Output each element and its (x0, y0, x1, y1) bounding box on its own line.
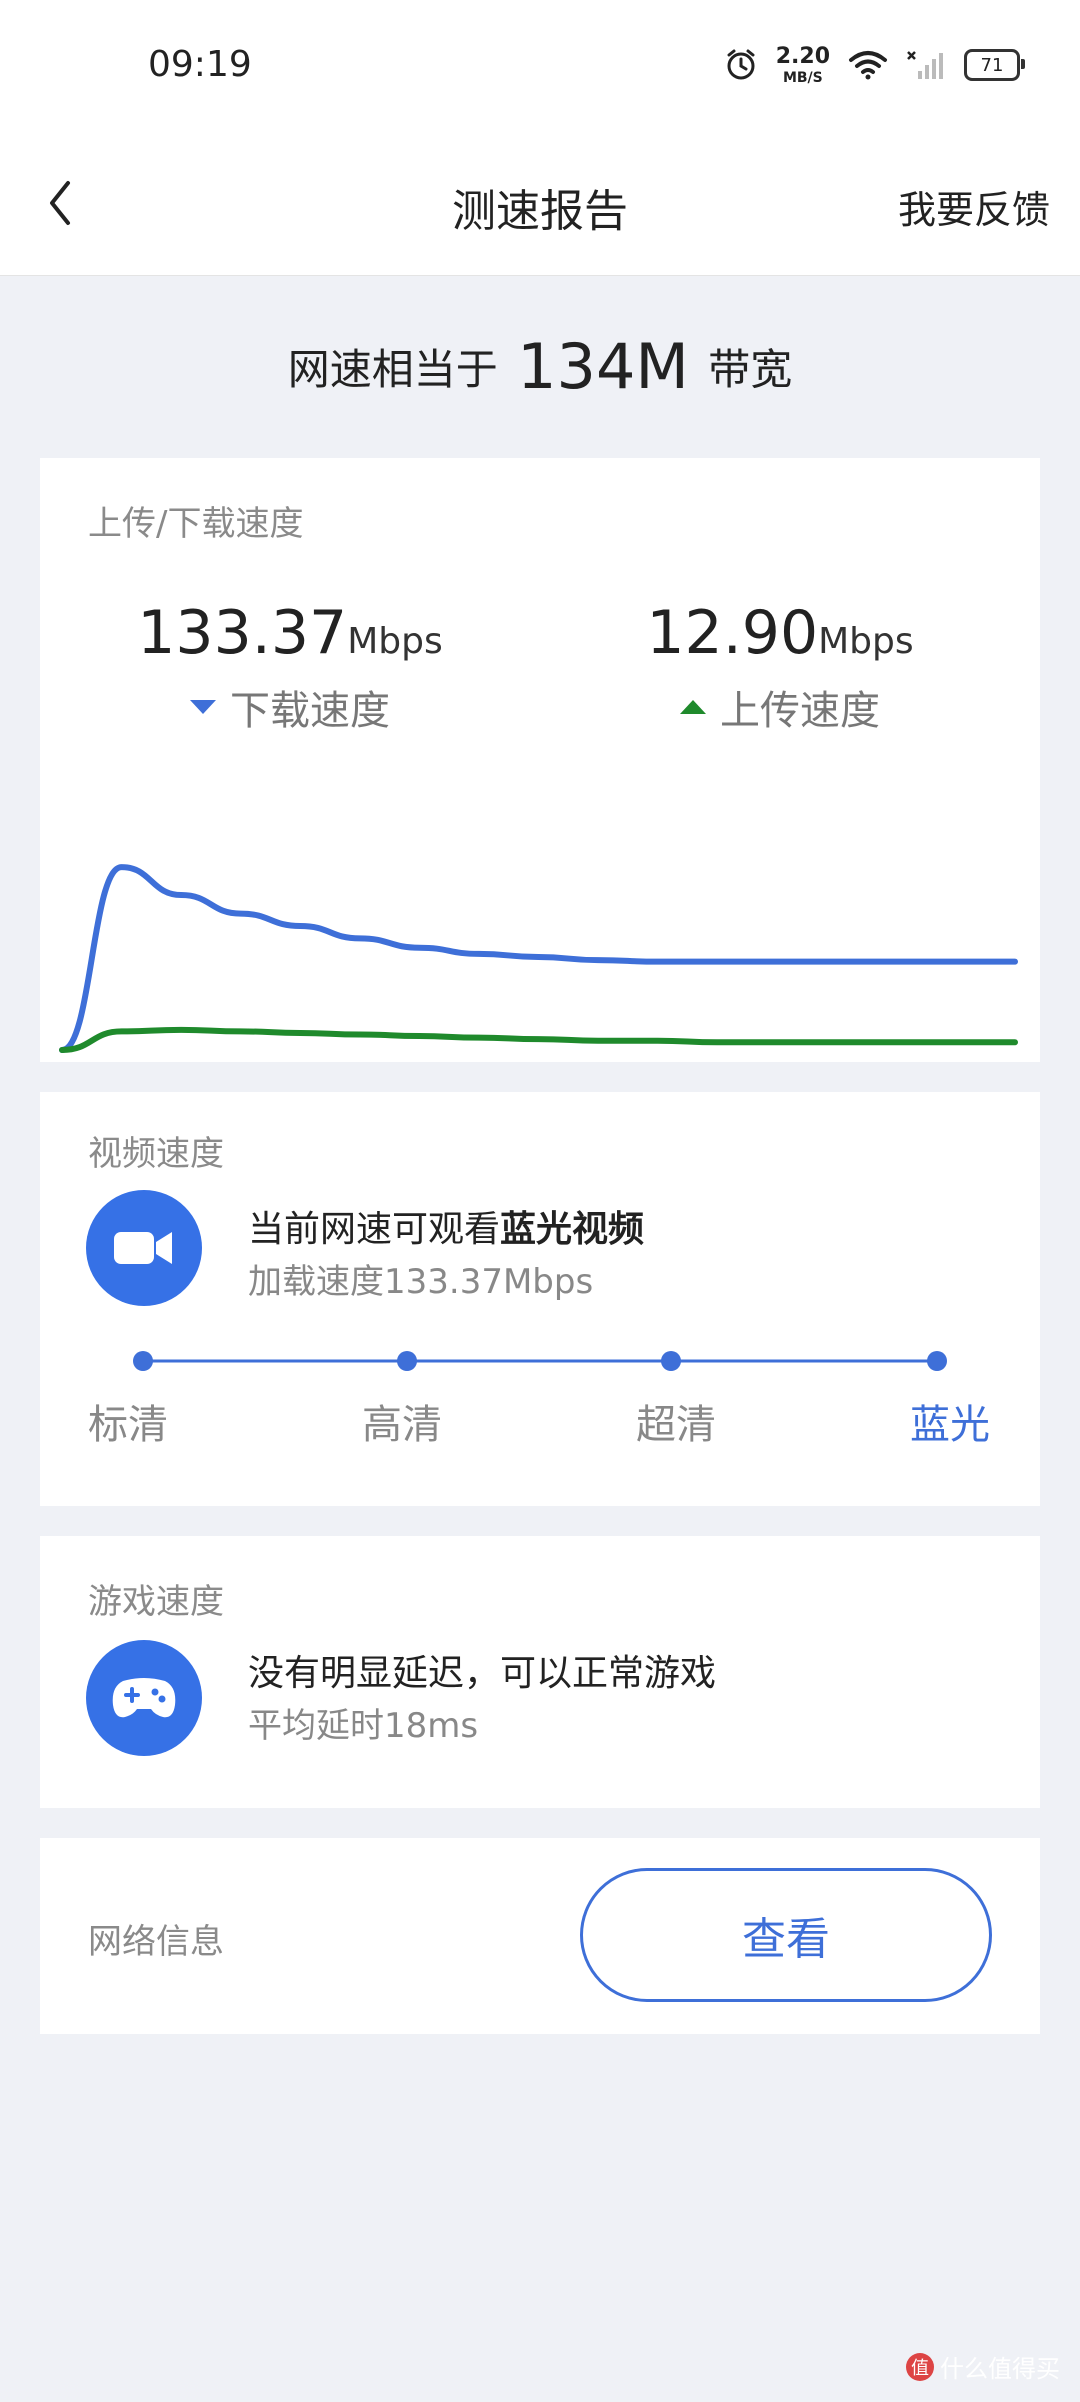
level-label-bluray: 蓝光 (910, 1402, 990, 1448)
watermark-logo: 值 (906, 2352, 934, 2381)
headline-bandwidth-value: 134M (517, 330, 689, 403)
network-speed-indicator: 2.20 MB/S (775, 43, 830, 86)
headline-prefix: 网速相当于 (287, 345, 498, 394)
gamepad-icon (86, 1640, 202, 1756)
download-speed-value: 133.37 (137, 598, 348, 668)
video-sub-text: 加载速度133.37Mbps (248, 1262, 594, 1302)
video-card-label: 视频速度 (88, 1134, 224, 1174)
download-speed-unit: Mbps (347, 621, 443, 662)
watermark-text: 什么值得买 (940, 2355, 1060, 2383)
alarm-icon (727, 49, 755, 80)
upload-caption-text: 上传速度 (720, 688, 880, 734)
signal-icon (907, 51, 943, 79)
level-dot-hd (397, 1351, 417, 1371)
download-caption-text: 下载速度 (230, 688, 390, 734)
download-speed-line (59, 864, 1018, 1053)
game-sub-text: 平均延时18ms (248, 1706, 479, 1746)
status-bar: 09:19 2.20 MB/S 71 (0, 0, 1080, 135)
network-speed-unit: MB/S (782, 69, 823, 86)
bandwidth-headline: 网速相当于 134M 带宽 (0, 330, 1080, 403)
level-label-fhd: 超清 (636, 1402, 716, 1448)
network-info-card: 网络信息 查看 (40, 1838, 1040, 2034)
game-card: 游戏速度 没有明显延迟，可以正常游戏 平均延时18ms (40, 1536, 1040, 1808)
network-info-label: 网络信息 (88, 1922, 224, 1962)
download-caption: 下载速度 (40, 678, 540, 736)
download-arrow-icon (190, 700, 216, 714)
level-label-sd: 标清 (88, 1402, 168, 1448)
level-dot-bluray (927, 1351, 947, 1371)
upload-speed-unit: Mbps (818, 621, 914, 662)
level-dot-sd (133, 1351, 153, 1371)
level-label-hd: 高清 (362, 1402, 442, 1448)
upload-speed-line (59, 1026, 1018, 1053)
video-camera-icon (86, 1190, 202, 1306)
wifi-icon (849, 51, 887, 80)
download-speed: 133.37Mbps 下载速度 (40, 598, 540, 736)
upload-speed: 12.90Mbps 上传速度 (530, 598, 1030, 736)
network-speed-value: 2.20 (775, 43, 830, 69)
upload-arrow-icon (680, 700, 706, 714)
headline-suffix: 带宽 (708, 345, 793, 394)
upload-caption: 上传速度 (530, 678, 1030, 736)
status-icons: 2.20 MB/S 71 (724, 40, 1025, 90)
level-dot-fhd (661, 1351, 681, 1371)
speed-chart (59, 864, 1018, 1053)
status-time: 09:19 (148, 44, 252, 85)
speed-card: 上传/下载速度 133.37Mbps 下载速度 12.90Mbps 上传速度 (40, 458, 1040, 1062)
battery-icon: 71 (964, 49, 1025, 81)
video-level-track (133, 1351, 947, 1371)
video-main-prefix: 当前网速可观看 (248, 1209, 501, 1250)
nav-bar: 测速报告 我要反馈 (0, 135, 1080, 276)
speed-card-label: 上传/下载速度 (88, 504, 304, 544)
video-card: 视频速度 当前网速可观看蓝光视频 加载速度133.37Mbps 标清 高清 超清… (40, 1092, 1040, 1506)
game-card-label: 游戏速度 (88, 1582, 224, 1622)
game-main-text: 没有明显延迟，可以正常游戏 (248, 1653, 717, 1694)
video-main-quality: 蓝光视频 (500, 1209, 645, 1250)
feedback-button[interactable]: 我要反馈 (898, 179, 1050, 234)
video-main-text: 当前网速可观看蓝光视频 (248, 1200, 644, 1252)
view-network-info-button[interactable]: 查看 (580, 1868, 992, 2002)
watermark: 值 什么值得买 (906, 2349, 1060, 2384)
upload-speed-value: 12.90 (646, 598, 819, 668)
